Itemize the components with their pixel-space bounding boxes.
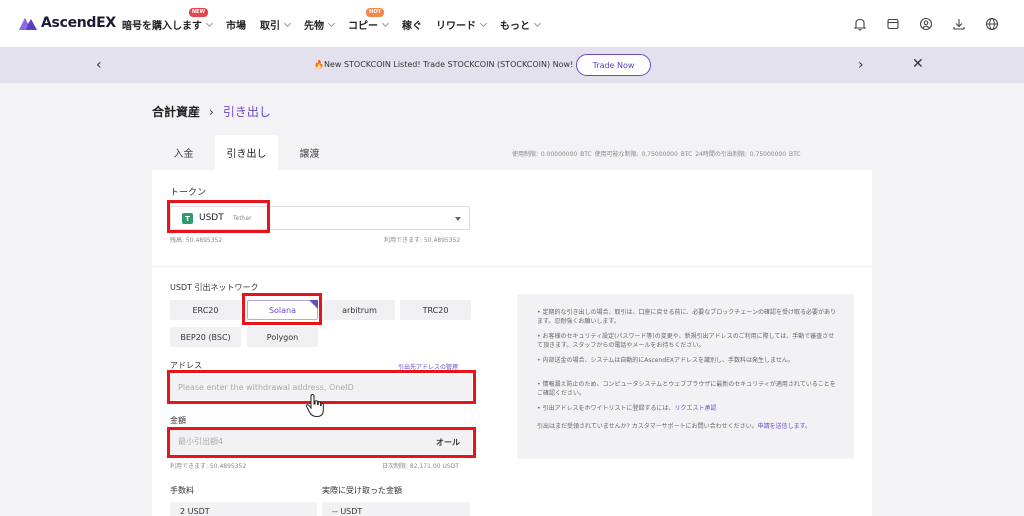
notice-item: • 引出アドレスをホワイトリストに登録するには、リクエスト承認 bbox=[537, 404, 837, 413]
user-icon[interactable] bbox=[918, 16, 934, 32]
nav-item-7[interactable]: もっと bbox=[500, 17, 542, 32]
token-balance: 残高: 50.4895352 bbox=[170, 237, 223, 244]
chevron-down-icon bbox=[533, 19, 542, 27]
trade-now-button[interactable]: Trade Now bbox=[576, 54, 651, 76]
amount-field: オール bbox=[170, 429, 472, 454]
network-option-erc20[interactable]: ERC20 bbox=[170, 300, 241, 320]
received-label: 実際に受け取った金額 bbox=[322, 486, 402, 495]
nav-item-label: 取引 bbox=[260, 21, 280, 32]
breadcrumb-root[interactable]: 合計資産 bbox=[152, 103, 200, 120]
network-option-polygon[interactable]: Polygon bbox=[247, 327, 318, 347]
tab-deposit[interactable]: 入金 bbox=[152, 135, 215, 170]
manage-address-link[interactable]: 引出先アドレスの管理 bbox=[398, 362, 458, 371]
chevron-down-icon bbox=[479, 19, 488, 27]
support-text: 引出はまだ受領されていませんか? カスタマーサポートにお問い合わせください。 bbox=[537, 423, 758, 430]
nav-item-3[interactable]: 先物 bbox=[304, 17, 336, 32]
chevron-right-icon[interactable]: › bbox=[858, 57, 864, 73]
section-divider bbox=[152, 266, 872, 267]
top-nav: AscendEX 暗号を購入します NEW 市場 取引 先物 コピー HOT 稼ぐ リワード もっ… bbox=[0, 0, 1024, 48]
nav-item-5[interactable]: 稼ぐ bbox=[402, 17, 422, 32]
network-option-arbitrum[interactable]: arbitrum bbox=[324, 300, 395, 320]
main-menu: 暗号を購入します NEW 市場 取引 先物 コピー HOT 稼ぐ リワード もっと bbox=[122, 8, 554, 32]
announcement-banner: ‹ 🔥New STOCKCOIN Listed! Trade STOCKCOIN… bbox=[0, 48, 1024, 83]
nav-item-label: 暗号を購入します bbox=[122, 21, 202, 32]
nav-item-label: もっと bbox=[500, 21, 530, 32]
notice-item: • 情報漏え防止のため、コンピュータシステムとウェブブラウザに最新のセキュリティ… bbox=[537, 381, 836, 397]
ascendex-logo-icon bbox=[19, 18, 37, 30]
daily-limit: 日次制限: 82,171.00 USDT bbox=[382, 463, 459, 470]
withdraw-limits: 使用制限: 0.00000000 BTC 使用可能な制限: 0.75000000… bbox=[512, 151, 801, 158]
notice-whitelist-text: • 引出アドレスをホワイトリストに登録するには、 bbox=[537, 405, 675, 412]
whitelist-request-link[interactable]: リクエスト承認 bbox=[674, 405, 716, 412]
chevron-down-icon bbox=[327, 19, 336, 27]
breadcrumb-separator-icon: › bbox=[209, 104, 214, 119]
chevron-down-icon bbox=[381, 19, 390, 27]
nav-item-label: リワード bbox=[436, 21, 476, 32]
caret-down-icon bbox=[455, 217, 461, 221]
tab-transfer[interactable]: 譲渡 bbox=[278, 135, 341, 170]
nav-item-label: コピー bbox=[348, 21, 378, 32]
amount-available: 利用できます: 50.4895352 bbox=[170, 463, 247, 470]
nav-badge: HOT bbox=[366, 8, 384, 17]
address-input[interactable] bbox=[178, 379, 418, 395]
wallet-icon[interactable] bbox=[885, 16, 901, 32]
notice-support: 引出はまだ受領されていませんか? カスタマーサポートにお問い合わせください。申請… bbox=[537, 422, 837, 431]
withdraw-notice: • 定期的な引き出しの場合、取引は、口座に戻せる前に、必要なブロックチェーンの確… bbox=[517, 294, 854, 459]
max-amount-button[interactable]: オール bbox=[436, 437, 460, 448]
network-option-label: Solana bbox=[268, 305, 297, 315]
submit-request-link[interactable]: 申請を送信します。 bbox=[758, 423, 811, 430]
network-option-bep20[interactable]: BEP20 (BSC) bbox=[170, 327, 241, 347]
received-value-box: -- USDT bbox=[322, 502, 470, 516]
nav-item-4[interactable]: コピー HOT bbox=[348, 8, 390, 32]
fee-label: 手数料 bbox=[170, 486, 194, 495]
notice-item: • 定期的な引き出しの場合、取引は、口座に戻せる前に、必要なブロックチェーンの確… bbox=[537, 309, 836, 325]
address-label: アドレス bbox=[170, 361, 202, 370]
nav-item-6[interactable]: リワード bbox=[436, 17, 488, 32]
logo[interactable]: AscendEX bbox=[18, 15, 116, 31]
notice-item: • お客様のセキュリティ設定(パスワード等)の変更や、新規引出アドレスのご利用に… bbox=[537, 333, 835, 349]
chevron-down-icon bbox=[283, 19, 292, 27]
received-value: -- USDT bbox=[332, 507, 363, 516]
amount-label: 金額 bbox=[170, 416, 186, 425]
amount-input[interactable] bbox=[178, 433, 418, 449]
nav-icons bbox=[835, 16, 1000, 32]
nav-item-label: 市場 bbox=[226, 21, 246, 32]
fee-value: 2 USDT bbox=[180, 507, 210, 516]
token-name: Tether bbox=[233, 215, 252, 222]
hand-cursor-icon bbox=[305, 394, 324, 418]
withdraw-page: 合計資産 › 引き出し 入金 引き出し 譲渡 使用制限: 0.00000000 … bbox=[0, 83, 1024, 516]
token-label: トークン bbox=[170, 188, 207, 198]
tab-withdraw[interactable]: 引き出し bbox=[215, 135, 278, 170]
download-icon[interactable] bbox=[951, 16, 967, 32]
token-select[interactable]: T USDT Tether bbox=[170, 206, 470, 230]
globe-icon[interactable] bbox=[984, 16, 1000, 32]
close-icon[interactable]: ✕ bbox=[912, 56, 924, 72]
breadcrumb-current: 引き出し bbox=[222, 105, 271, 119]
notice-item: • 内部送金の場合、システムは自動的にAscendEXアドレスを識別し、手数料は… bbox=[537, 357, 794, 364]
network-option-trc20[interactable]: TRC20 bbox=[400, 300, 471, 320]
nav-item-2[interactable]: 取引 bbox=[260, 17, 292, 32]
breadcrumb: 合計資産 › 引き出し bbox=[152, 103, 271, 120]
network-option-solana[interactable]: Solana bbox=[247, 300, 318, 320]
nav-item-0[interactable]: 暗号を購入します NEW bbox=[122, 8, 214, 32]
chevron-down-icon bbox=[205, 19, 214, 27]
fee-value-box: 2 USDT bbox=[170, 502, 317, 516]
nav-item-label: 先物 bbox=[304, 21, 324, 32]
bell-icon[interactable] bbox=[852, 16, 868, 32]
selected-check-icon bbox=[309, 300, 318, 309]
token-available: 利用できます: 50.4895352 bbox=[384, 237, 461, 244]
token-symbol: USDT bbox=[199, 213, 224, 223]
chevron-left-icon[interactable]: ‹ bbox=[96, 57, 102, 73]
nav-item-1[interactable]: 市場 bbox=[226, 17, 246, 32]
network-label: USDT 引出ネットワーク bbox=[170, 283, 259, 292]
tether-icon: T bbox=[182, 213, 193, 224]
nav-badge: NEW bbox=[188, 8, 208, 17]
nav-item-label: 稼ぐ bbox=[402, 21, 422, 32]
logo-text: AscendEX bbox=[41, 15, 116, 31]
banner-text: 🔥New STOCKCOIN Listed! Trade STOCKCOIN (… bbox=[314, 60, 574, 69]
